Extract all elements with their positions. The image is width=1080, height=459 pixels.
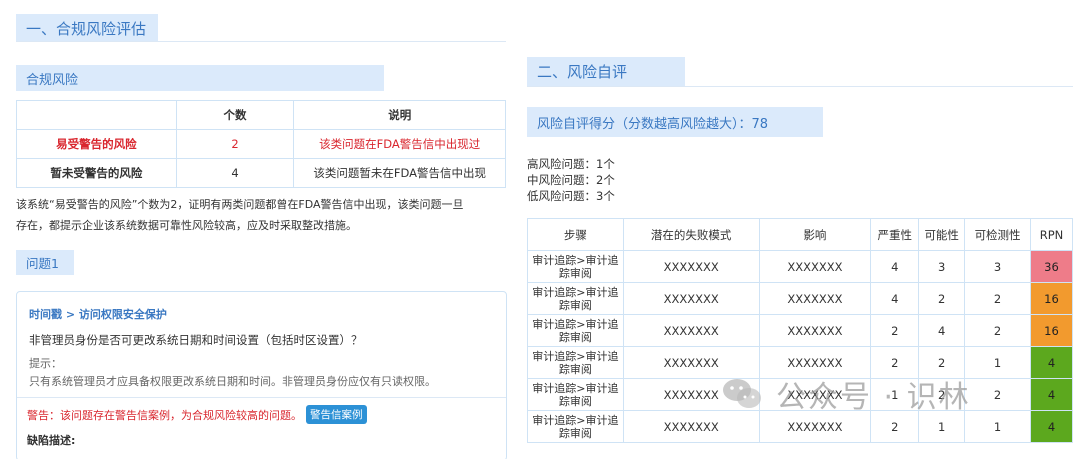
failure-mode-cell: XXXXXXX [622,250,760,283]
detectability-cell: 3 [964,250,1031,283]
likelihood-cell: 4 [918,314,966,347]
likelihood-cell: 2 [918,282,966,315]
compliance-col-blank [16,100,177,130]
risk-counts: 高风险问题：1个 中风险问题：2个 低风险问题：3个 [527,156,615,204]
rpn-cell: 4 [1029,410,1074,443]
section2-divider [527,86,1073,87]
detectability-cell: 1 [964,410,1031,443]
summary-paragraph: 该系统“易受警告的风险”个数为2，证明有两类问题都曾在FDA警告信中出现，该类问… [16,194,506,236]
issue-heading: 问题1 [16,250,74,275]
col-failure-mode: 潜在的失败模式 [622,218,760,251]
col-step: 步骤 [527,218,624,251]
section1-title-text: 一、合规风险评估 [26,19,147,38]
failure-mode-cell: XXXXXXX [622,314,760,347]
risk-step-cell: 审计追踪>审计追踪审阅 [527,314,624,347]
wechat-icon [723,379,761,408]
rpn-cell: 16 [1029,282,1074,315]
col-likelihood: 可能性 [918,218,966,251]
watermark-text: 公众号 · 识林 [776,380,971,415]
compliance-header-row: 个数 说明 [16,100,506,130]
risk-header-row: 步骤 潜在的失败模式 影响 严重性 可能性 可检测性 RPN [527,218,1074,251]
col-detectability: 可检测性 [964,218,1031,251]
col-rpn: RPN [1029,218,1074,251]
warning-case-button[interactable]: 警告信案例 [306,405,367,424]
high-risk-count: 高风险问题：1个 [527,157,615,171]
severity-cell: 4 [870,250,920,283]
section1-title: 一、合规风险评估 [16,14,158,42]
compliance-heading: 合规风险 [16,65,384,91]
score-heading: 风险自评得分（分数越高风险越大）：78 [527,107,823,137]
issue-question: 非管理员身份是否可更改系统日期和时间设置（包括时区设置）？ [29,333,363,347]
rpn-cell: 36 [1029,250,1074,283]
section2-title: 二、风险自评 [527,57,685,86]
section1-divider [16,41,506,42]
risk-step-cell: 审计追踪>审计追踪审阅 [527,282,624,315]
issue-card: 时间戳 > 访问权限安全保护 非管理员身份是否可更改系统日期和时间设置（包括时区… [16,291,507,459]
risk-step-cell: 审计追踪>审计追踪审阅 [527,410,624,443]
impact-cell: XXXXXXX [758,250,872,283]
rpn-cell: 4 [1029,346,1074,379]
compliance-row-desc: 该类问题在FDA警告信中出现过 [293,129,506,159]
summary-line-1: 该系统“易受警告的风险”个数为2，证明有两类问题都曾在FDA警告信中出现，该类问… [16,198,464,211]
medium-risk-count: 中风险问题：2个 [527,173,615,187]
compliance-table: 个数 说明 易受警告的风险 2 该类问题在FDA警告信中出现过 暂未受警告的风险… [16,100,506,188]
detectability-cell: 2 [964,378,1031,411]
failure-mode-cell: XXXXXXX [622,282,760,315]
issue-hint: 只有系统管理员才应具备权限更改系统日期和时间。非管理员身份应仅有只读权限。 [29,375,436,388]
detectability-cell: 2 [964,314,1031,347]
rpn-cell: 16 [1029,314,1074,347]
impact-cell: XXXXXXX [758,314,872,347]
severity-cell: 2 [870,314,920,347]
issue-warning-text: 警告：该问题存在警告信案例，为合规风险较高的问题。 [27,408,302,422]
risk-row: 审计追踪>审计追踪审阅 XXXXXXX XXXXXXX 4 3 3 36 [527,250,1074,283]
col-impact: 影响 [758,218,872,251]
likelihood-cell: 3 [918,250,966,283]
risk-row: 审计追踪>审计追踪审阅 XXXXXXX XXXXXXX 2 4 2 16 [527,314,1074,347]
risk-row: 审计追踪>审计追踪审阅 XXXXXXX XXXXXXX 4 2 2 16 [527,282,1074,315]
compliance-row-desc: 该类问题暂未在FDA警告信中出现 [293,158,506,188]
detectability-cell: 2 [964,282,1031,315]
compliance-col-count: 个数 [175,100,295,130]
low-risk-count: 低风险问题：3个 [527,189,615,203]
severity-cell: 4 [870,282,920,315]
issue-hint-label: 提示： [29,357,62,370]
issue-title[interactable]: 时间戳 > 访问权限安全保护 [29,306,167,322]
issue-warning: 警告：该问题存在警告信案例，为合规风险较高的问题。 警告信案例 [27,405,367,424]
risk-step-cell: 审计追踪>审计追踪审阅 [527,346,624,379]
summary-line-2: 存在，都提示企业该系统数据可靠性风险较高，应及时采取整改措施。 [16,219,357,232]
risk-step-cell: 审计追踪>审计追踪审阅 [527,250,624,283]
compliance-heading-text: 合规风险 [26,72,79,88]
rpn-cell: 4 [1029,378,1074,411]
compliance-row-label: 易受警告的风险 [16,129,177,159]
compliance-row: 暂未受警告的风险 4 该类问题暂未在FDA警告信中出现 [16,158,506,188]
risk-step-cell: 审计追踪>审计追踪审阅 [527,378,624,411]
compliance-row: 易受警告的风险 2 该类问题在FDA警告信中出现过 [16,129,506,159]
col-severity: 严重性 [870,218,920,251]
compliance-row-count: 2 [175,129,295,159]
section2-title-text: 二、风险自评 [537,63,628,81]
issue-heading-text: 问题1 [26,256,59,271]
watermark: 公众号 · 识林 [722,372,971,416]
issue-divider [17,397,506,398]
defect-label: 缺陷描述: [27,434,76,447]
impact-cell: XXXXXXX [758,282,872,315]
compliance-col-desc: 说明 [293,100,506,130]
compliance-row-label: 暂未受警告的风险 [16,158,177,188]
detectability-cell: 1 [964,346,1031,379]
score-text: 风险自评得分（分数越高风险越大）：78 [537,116,769,132]
compliance-row-count: 4 [175,158,295,188]
